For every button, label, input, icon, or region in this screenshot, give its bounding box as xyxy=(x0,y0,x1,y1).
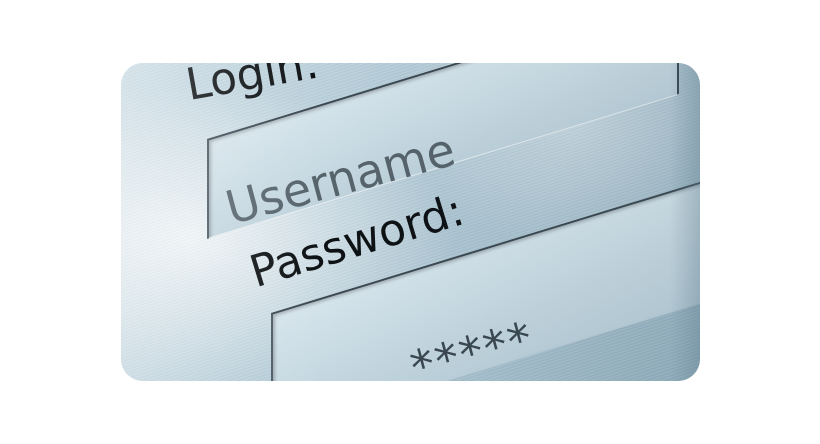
login-screen-photo: Login: Username Password: ***** xyxy=(121,63,700,381)
login-form: Login: Username Password: ***** xyxy=(121,63,700,381)
screen-edge-shade xyxy=(670,63,700,381)
login-label: Login: xyxy=(182,63,323,111)
